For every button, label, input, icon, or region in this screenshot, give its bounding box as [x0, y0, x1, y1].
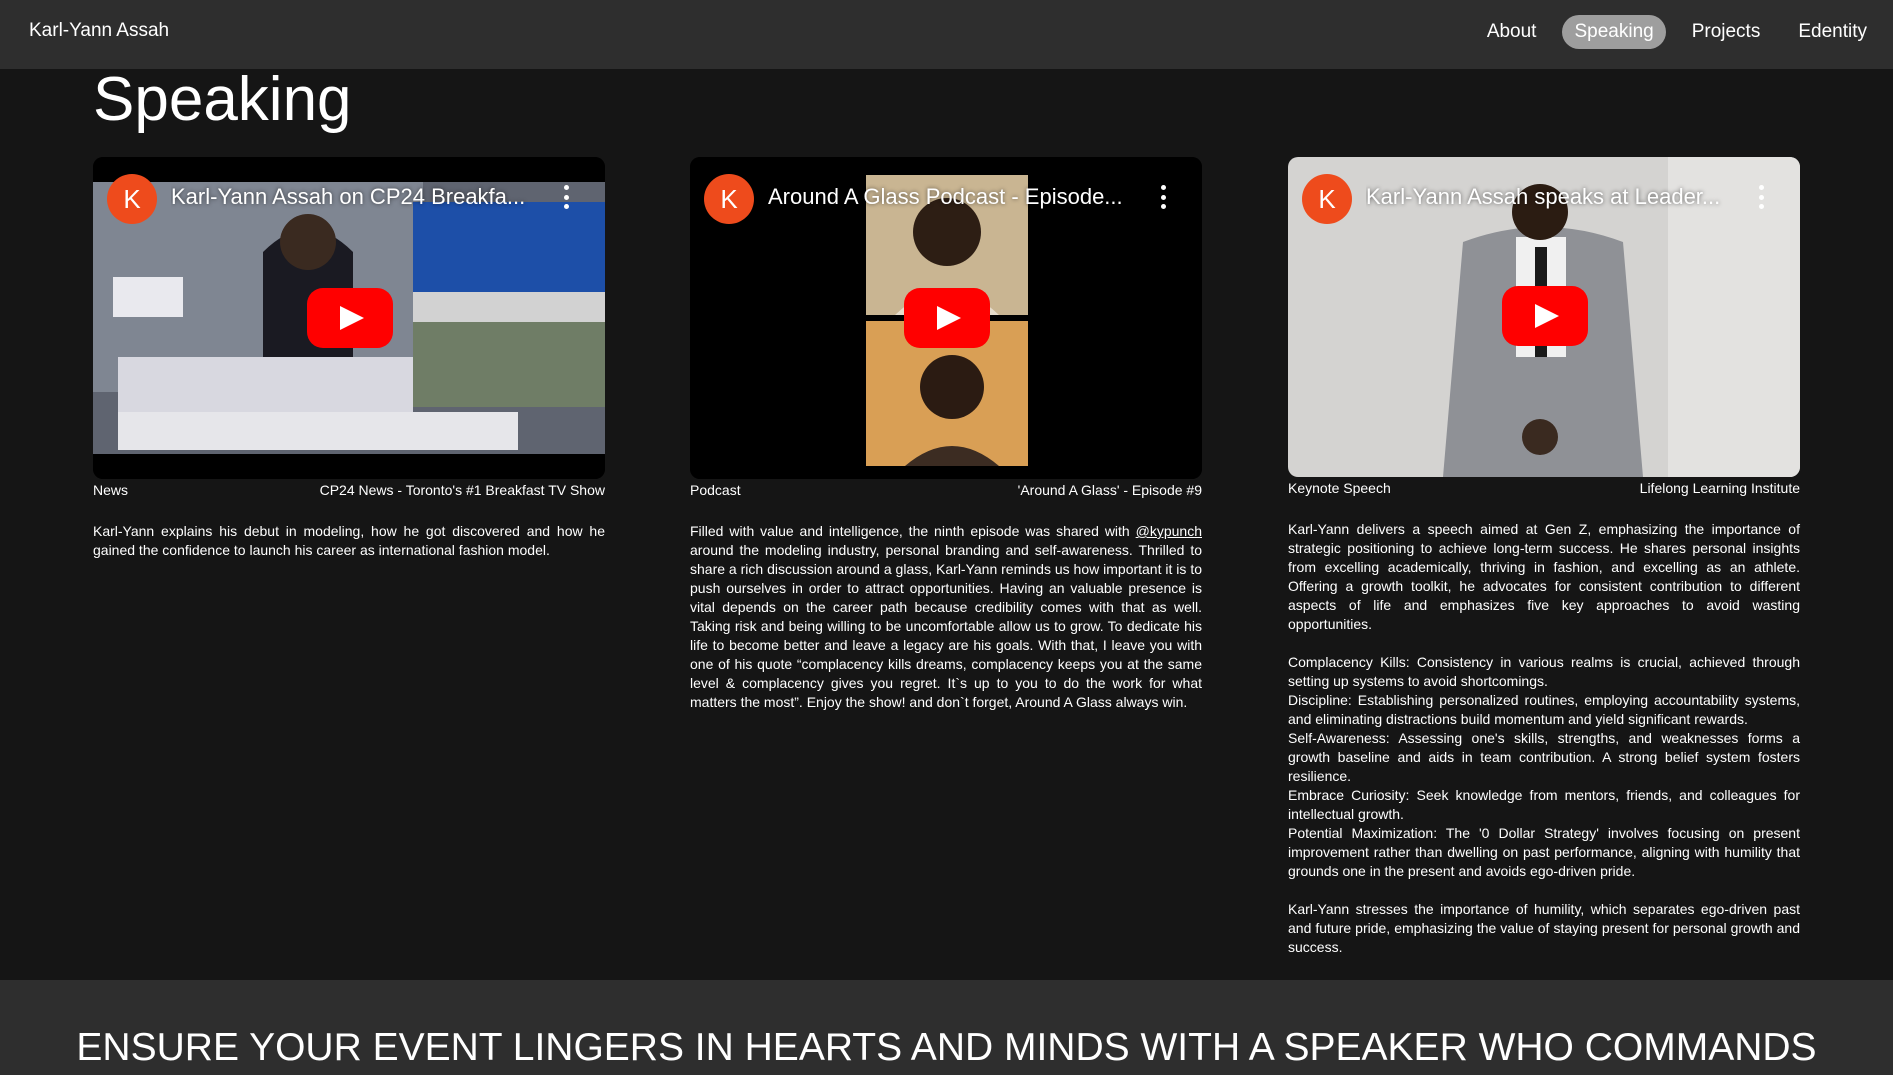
play-icon[interactable] [307, 288, 393, 348]
card-source: 'Around A Glass' - Episode #9 [1017, 482, 1202, 498]
description-paragraph: Filled with value and intelligence, the … [690, 522, 1202, 712]
key-point: Complacency Kills: Consistency in variou… [1288, 654, 1800, 689]
more-options-icon[interactable] [1158, 185, 1168, 209]
speaking-card-keynote: K Karl-Yann Assah speaks at Leader... Ke… [1288, 157, 1800, 957]
play-icon[interactable] [1502, 286, 1588, 346]
card-meta: News CP24 News - Toronto's #1 Breakfast … [93, 482, 605, 498]
key-point: Discipline: Establishing personalized ro… [1288, 692, 1800, 727]
description-intro: Karl-Yann delivers a speech aimed at Gen… [1288, 521, 1800, 632]
description-paragraph: Karl-Yann explains his debut in modeling… [93, 523, 605, 558]
main-nav: About Speaking Projects Edentity [1461, 15, 1879, 49]
play-icon[interactable] [904, 288, 990, 348]
card-meta: Podcast 'Around A Glass' - Episode #9 [690, 482, 1202, 498]
channel-avatar[interactable]: K [107, 174, 157, 224]
description-text: around the modeling industry, personal b… [690, 542, 1202, 710]
kypunch-link[interactable]: @kypunch [1136, 523, 1202, 539]
nav-about[interactable]: About [1475, 15, 1549, 49]
card-meta: Keynote Speech Lifelong Learning Institu… [1288, 480, 1800, 496]
video-embed[interactable]: K Karl-Yann Assah on CP24 Breakfa... [93, 157, 605, 479]
more-options-icon[interactable] [1756, 185, 1766, 209]
channel-avatar[interactable]: K [704, 174, 754, 224]
speaking-card-podcast: K Around A Glass Podcast - Episode... Po… [690, 157, 1202, 712]
key-point: Self-Awareness: Assessing one's skills, … [1288, 730, 1800, 784]
video-title[interactable]: Around A Glass Podcast - Episode... [768, 184, 1148, 210]
description-closing: Karl-Yann stresses the importance of hum… [1288, 901, 1800, 955]
card-source: Lifelong Learning Institute [1639, 480, 1800, 496]
channel-avatar[interactable]: K [1302, 174, 1352, 224]
nav-projects[interactable]: Projects [1680, 15, 1773, 49]
video-title[interactable]: Karl-Yann Assah on CP24 Breakfa... [171, 184, 551, 210]
description-text: Filled with value and intelligence, the … [690, 523, 1136, 539]
card-category: Podcast [690, 482, 741, 498]
card-description: Karl-Yann delivers a speech aimed at Gen… [1288, 520, 1800, 957]
cta-heading: ENSURE YOUR EVENT LINGERS IN HEARTS AND … [76, 1026, 1817, 1069]
page-title: Speaking [93, 65, 352, 134]
speaking-card-news: K Karl-Yann Assah on CP24 Breakfa... New… [93, 157, 605, 560]
nav-speaking[interactable]: Speaking [1562, 15, 1666, 49]
card-description: Filled with value and intelligence, the … [690, 522, 1202, 712]
card-source: CP24 News - Toronto's #1 Breakfast TV Sh… [319, 482, 605, 498]
video-embed[interactable]: K Karl-Yann Assah speaks at Leader... [1288, 157, 1800, 477]
more-options-icon[interactable] [561, 185, 571, 209]
card-category: Keynote Speech [1288, 480, 1391, 496]
key-point: Potential Maximization: The '0 Dollar St… [1288, 825, 1800, 879]
nav-edentity[interactable]: Edentity [1786, 15, 1879, 49]
brand-name[interactable]: Karl-Yann Assah [29, 20, 169, 42]
video-embed[interactable]: K Around A Glass Podcast - Episode... [690, 157, 1202, 479]
top-navbar: Karl-Yann Assah About Speaking Projects … [0, 0, 1893, 69]
video-title[interactable]: Karl-Yann Assah speaks at Leader... [1366, 184, 1746, 210]
key-point: Embrace Curiosity: Seek knowledge from m… [1288, 787, 1800, 822]
card-category: News [93, 482, 129, 498]
card-description: Karl-Yann explains his debut in modeling… [93, 522, 605, 560]
